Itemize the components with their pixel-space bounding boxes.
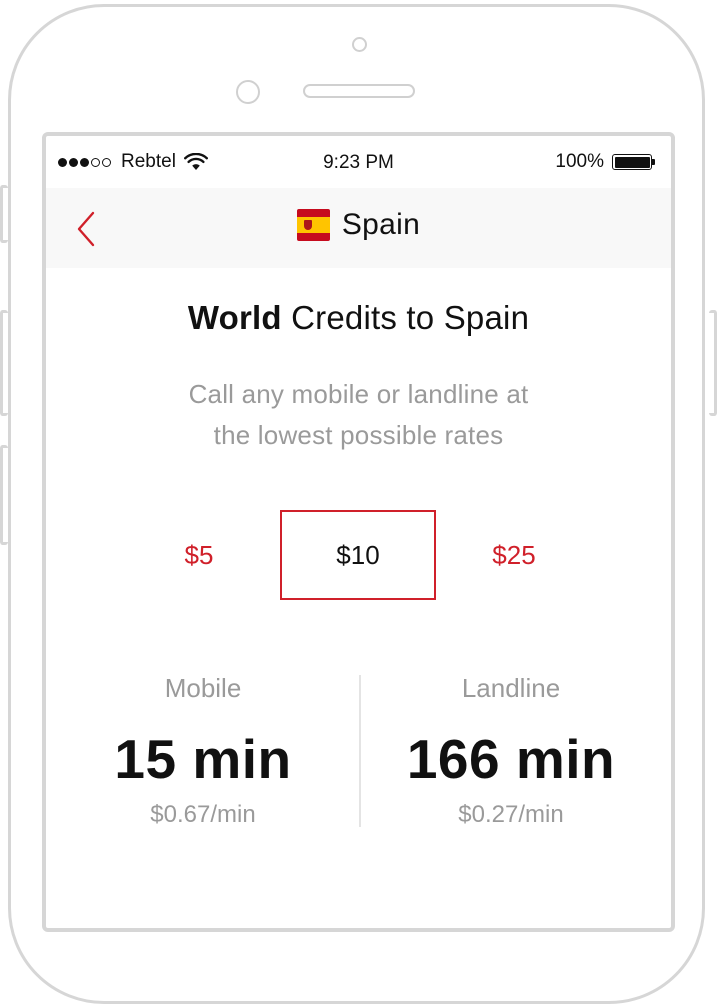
amount-selector: $5 $10 $25 — [46, 510, 671, 602]
landline-rate: Landline 166 min $0.27/min — [361, 671, 661, 832]
status-right: 100% — [555, 151, 655, 173]
subtitle-line-1: Call any mobile or landline at — [188, 379, 529, 409]
amount-option-5[interactable]: $5 — [154, 510, 244, 600]
mobile-label: Mobile — [164, 673, 242, 703]
page-title: World Credits to Spain — [46, 299, 671, 337]
flag-emblem — [303, 220, 312, 230]
battery-icon — [612, 154, 655, 170]
mobile-minutes: 15 min — [114, 728, 292, 790]
flag-stripe-middle — [296, 217, 330, 233]
volume-up-button — [0, 310, 8, 416]
landline-price: $0.27/min — [458, 801, 564, 828]
status-bar: Rebtel 9:23 PM 100% — [46, 136, 671, 188]
amount-option-10-selected[interactable]: $10 — [280, 510, 436, 600]
rates-summary: Mobile 15 min $0.67/min Landline 166 min… — [46, 671, 671, 831]
mobile-rate: Mobile 15 min $0.67/min — [53, 671, 353, 832]
landline-minutes: 166 min — [406, 728, 616, 790]
page-title-rest: Credits to Spain — [281, 299, 530, 336]
nav-title: Spain — [46, 208, 671, 242]
landline-label: Landline — [461, 673, 561, 703]
battery-body — [612, 154, 652, 170]
page-title-bold: World — [187, 299, 282, 336]
mobile-price: $0.67/min — [150, 801, 256, 828]
spain-flag-icon — [296, 209, 330, 241]
mute-switch — [0, 185, 8, 243]
volume-down-button — [0, 445, 8, 545]
page-subtitle: Call any mobile or landline at the lowes… — [46, 374, 671, 456]
nav-title-text: Spain — [341, 208, 421, 241]
battery-percent: 100% — [555, 151, 604, 172]
power-button — [709, 310, 717, 416]
navigation-bar: Spain — [46, 188, 671, 268]
battery-fill — [614, 156, 650, 168]
proximity-sensor — [236, 80, 260, 104]
flag-stripe-bottom — [296, 233, 330, 241]
battery-tip — [652, 159, 655, 165]
subtitle-line-2: the lowest possible rates — [213, 420, 504, 450]
flag-stripe-top — [296, 209, 330, 217]
phone-screen: Rebtel 9:23 PM 100% Spain World Credits … — [42, 132, 675, 932]
amount-option-25[interactable]: $25 — [464, 510, 564, 600]
earpiece-speaker — [303, 84, 415, 98]
front-camera — [352, 37, 367, 52]
